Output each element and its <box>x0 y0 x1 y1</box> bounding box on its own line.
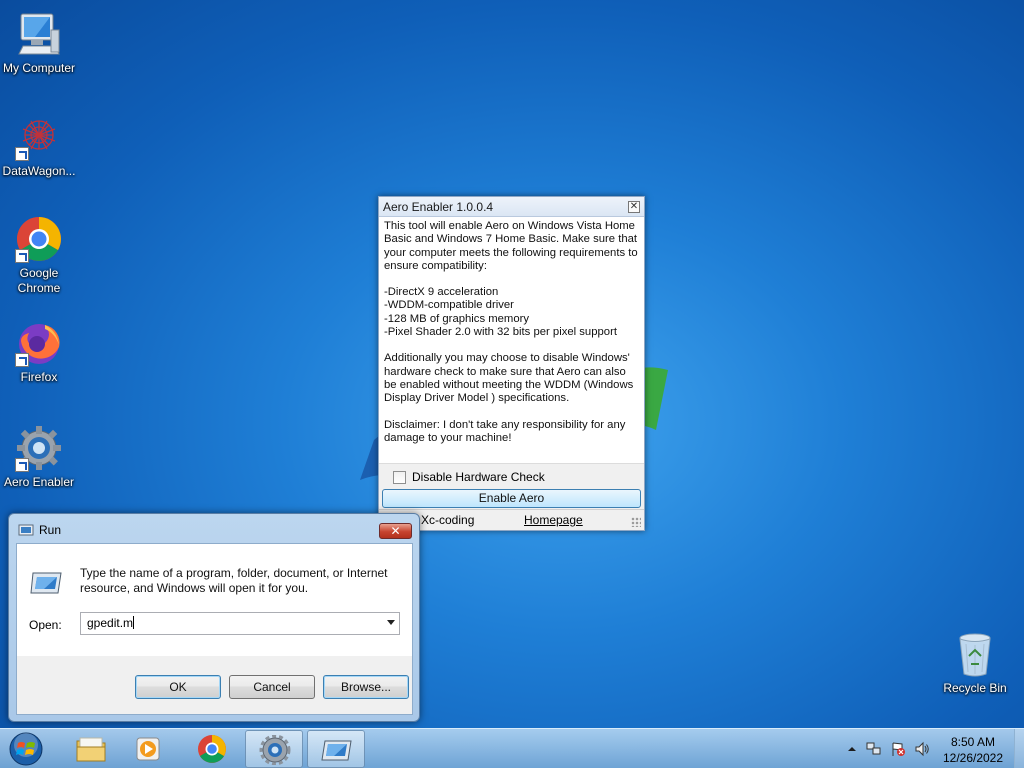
desktop-icon-label: DataWagon... <box>2 164 76 178</box>
run-close-button[interactable]: ✕ <box>379 523 412 539</box>
aero-disclaimer-text: Disclaimer: I don't take any responsibil… <box>384 418 626 444</box>
run-title-bar[interactable]: Run <box>18 523 61 537</box>
open-label: Open: <box>29 618 62 632</box>
author-label: Xc-coding <box>421 513 475 527</box>
browse-button[interactable]: Browse... <box>323 675 409 699</box>
aero-additional-text: Additionally you may choose to disable W… <box>384 352 634 405</box>
desktop-icon-my-computer[interactable]: My Computer <box>0 10 78 76</box>
aero-enabler-window: Aero Enabler 1.0.0.4 ✕ This tool will en… <box>378 196 645 531</box>
run-dialog-title: Run <box>39 523 62 537</box>
desktop-icon-datawagon[interactable]: DataWagon... <box>0 113 78 179</box>
disable-hardware-check-row[interactable]: Disable Hardware Check <box>393 470 545 484</box>
run-program-icon <box>30 572 62 594</box>
homepage-link[interactable]: Homepage <box>524 513 583 527</box>
shortcut-arrow-icon <box>15 147 29 161</box>
cancel-button[interactable]: Cancel <box>229 675 315 699</box>
aero-close-button[interactable]: ✕ <box>628 201 640 213</box>
desktop-icon-label: Firefox <box>20 370 58 384</box>
desktop-icon-recycle-bin[interactable]: Recycle Bin <box>936 630 1014 696</box>
action-center-flag-icon[interactable] <box>890 741 906 757</box>
requirement-item: -128 MB of graphics memory <box>384 312 530 325</box>
text-cursor <box>133 616 135 629</box>
volume-icon[interactable] <box>914 741 930 757</box>
taskbar-aero-enabler[interactable] <box>245 730 303 768</box>
open-combobox[interactable]: gpedit.m <box>80 612 400 635</box>
recycle-bin-icon <box>959 633 991 677</box>
run-top-panel: Type the name of a program, folder, docu… <box>17 544 412 656</box>
aero-window-title: Aero Enabler 1.0.0.4 <box>383 200 494 214</box>
desktop-icon-aero-enabler[interactable]: Aero Enabler <box>0 424 78 490</box>
ok-button[interactable]: OK <box>135 675 221 699</box>
desktop-icon-label: Recycle Bin <box>943 681 1007 695</box>
chrome-icon <box>198 735 226 763</box>
desktop-icon-label: Google Chrome <box>17 266 61 295</box>
shortcut-arrow-icon <box>15 353 29 367</box>
desktop-icon-google-chrome[interactable]: Google Chrome <box>0 215 78 296</box>
aero-controls-panel: Disable Hardware Check Enable Aero <box>379 463 644 509</box>
shortcut-arrow-icon <box>15 458 29 472</box>
run-description: Type the name of a program, folder, docu… <box>80 566 388 595</box>
disable-hardware-check-label: Disable Hardware Check <box>412 470 545 484</box>
show-hidden-icons-icon[interactable] <box>844 741 860 757</box>
aero-title-bar[interactable]: Aero Enabler 1.0.0.4 ✕ <box>379 197 644 217</box>
taskbar-chrome[interactable] <box>183 730 241 768</box>
taskbar-run[interactable] <box>307 730 365 768</box>
desktop-icon-label: My Computer <box>2 61 76 75</box>
clock-date: 12/26/2022 <box>942 751 1004 765</box>
run-icon <box>321 740 352 761</box>
open-input-value[interactable]: gpedit.m <box>87 616 133 630</box>
aero-requirements-list: -DirectX 9 acceleration -WDDM-compatible… <box>384 286 638 339</box>
taskbar-file-explorer[interactable] <box>62 730 120 768</box>
desktop-icon-label: Aero Enabler <box>3 475 75 489</box>
run-client-area: Type the name of a program, folder, docu… <box>16 543 413 715</box>
requirement-item: -WDDM-compatible driver <box>384 299 514 312</box>
media-player-icon <box>136 737 160 761</box>
taskbar: 8:50 AM 12/26/2022 <box>0 728 1024 768</box>
aero-description: This tool will enable Aero on Windows Vi… <box>379 217 644 461</box>
desktop-icon-firefox[interactable]: Firefox <box>0 319 78 385</box>
network-icon[interactable] <box>866 741 882 757</box>
computer-icon <box>18 13 60 55</box>
shortcut-arrow-icon <box>15 249 29 263</box>
chevron-down-icon[interactable] <box>387 620 395 625</box>
run-dialog: Run ✕ Type the name of a program, folder… <box>8 513 420 722</box>
enable-aero-button[interactable]: Enable Aero <box>382 489 641 508</box>
requirement-item: -Pixel Shader 2.0 with 32 bits per pixel… <box>384 326 617 339</box>
system-clock[interactable]: 8:50 AM 12/26/2022 <box>930 734 1016 766</box>
aero-intro-text: This tool will enable Aero on Windows Vi… <box>384 220 638 272</box>
clock-time: 8:50 AM <box>950 735 996 749</box>
disable-hardware-check-checkbox[interactable] <box>393 470 406 484</box>
requirement-item: -DirectX 9 acceleration <box>384 286 499 299</box>
taskbar-media-player[interactable] <box>120 730 178 768</box>
start-orb-icon[interactable] <box>6 731 46 767</box>
resize-grip[interactable] <box>631 517 641 527</box>
run-icon <box>18 524 34 536</box>
file-explorer-icon <box>76 737 106 762</box>
show-desktop-button[interactable] <box>1014 729 1024 768</box>
aero-enabler-icon <box>259 735 291 765</box>
